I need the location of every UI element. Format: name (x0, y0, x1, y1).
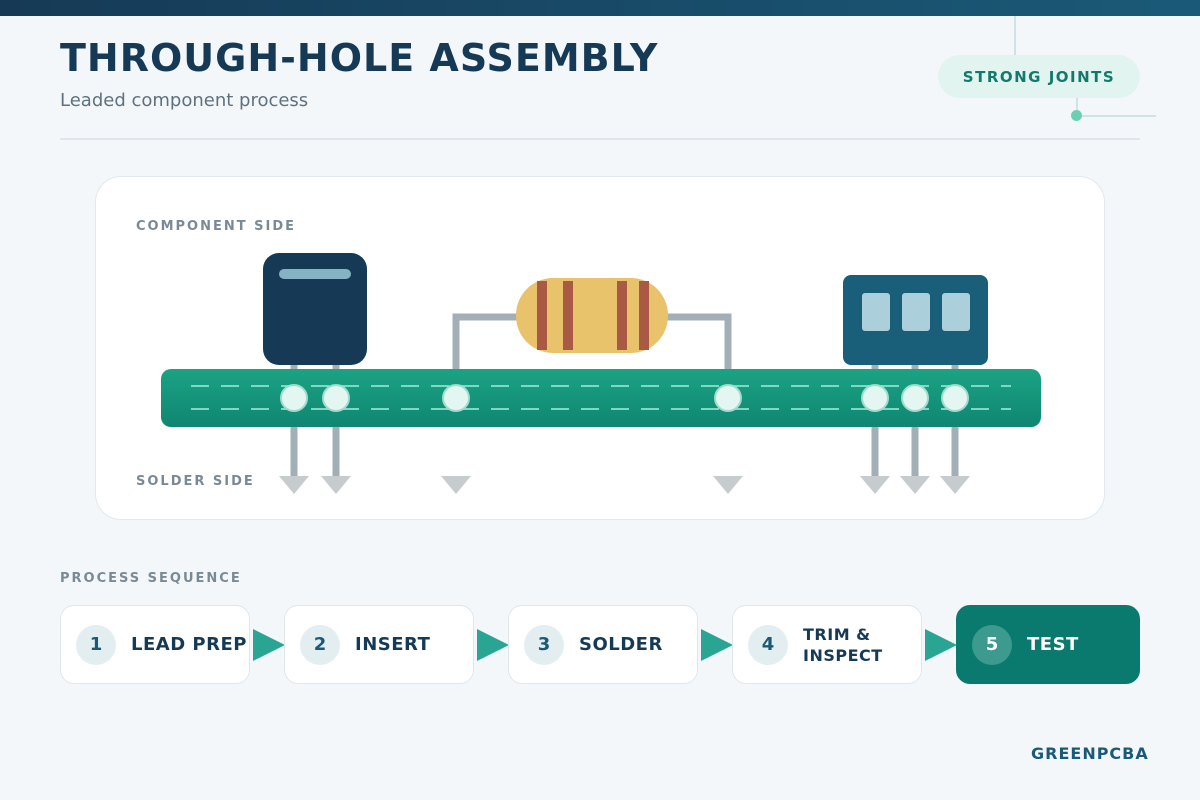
lead-arrow-1 (279, 476, 309, 494)
step-number: 5 (972, 624, 1012, 665)
step-number: 1 (76, 624, 116, 665)
resistor-band-1 (537, 281, 547, 350)
step-arrow-3 (701, 629, 733, 661)
step-label: TEST (1027, 634, 1079, 655)
assembly-diagram-card: COMPONENT SIDE SOLDER SIDE (95, 176, 1105, 520)
step-arrow-2 (477, 629, 509, 661)
lead-arrow-3 (441, 476, 471, 494)
decorative-trace-horizontal (1078, 115, 1156, 117)
pad-5 (861, 384, 889, 412)
decorative-trace-vertical (1014, 16, 1016, 56)
process-step-trim-inspect: 4 TRIM & INSPECT (732, 605, 922, 684)
page-title: THROUGH-HOLE ASSEMBLY (60, 36, 659, 80)
lead-arrow-2 (321, 476, 351, 494)
resistor-band-4 (639, 281, 649, 350)
resistor-band-3 (617, 281, 627, 350)
pad-2 (322, 384, 350, 412)
step-label: LEAD PREP (131, 634, 247, 655)
component-side-label: COMPONENT SIDE (136, 219, 297, 234)
solder-side-arrows (279, 476, 970, 494)
step-number: 2 (300, 624, 340, 665)
pad-7 (941, 384, 969, 412)
lead-arrow-7 (940, 476, 970, 494)
lead-arrow-6 (900, 476, 930, 494)
step-label: TRIM & INSPECT (803, 624, 883, 665)
decorative-trace-dot (1071, 110, 1082, 121)
step-label: INSERT (355, 634, 431, 655)
lead-arrow-5 (860, 476, 890, 494)
step-arrow-1 (253, 629, 285, 661)
process-step-test: 5 TEST (956, 605, 1140, 684)
top-accent-bar (0, 0, 1200, 16)
process-step-lead-prep: 1 LEAD PREP (60, 605, 250, 684)
step-label: SOLDER (579, 634, 663, 655)
pad-4 (714, 384, 742, 412)
step-arrow-4 (925, 629, 957, 661)
module-window-1 (862, 293, 890, 331)
pad-3 (442, 384, 470, 412)
header-divider (60, 138, 1140, 140)
process-sequence-label: PROCESS SEQUENCE (60, 571, 242, 586)
strong-joints-badge: STRONG JOINTS (938, 55, 1140, 98)
solder-side-label: SOLDER SIDE (136, 474, 255, 489)
page-subtitle: Leaded component process (60, 90, 309, 111)
lead-arrow-4 (713, 476, 743, 494)
process-step-solder: 3 SOLDER (508, 605, 698, 684)
step-number: 3 (524, 624, 564, 665)
process-step-insert: 2 INSERT (284, 605, 474, 684)
brand-logo-text: GREENPCBA (1031, 744, 1149, 763)
module-window-2 (902, 293, 930, 331)
ic-package-marking (279, 269, 351, 279)
module-window-3 (942, 293, 970, 331)
resistor-band-2 (563, 281, 573, 350)
step-number: 4 (748, 624, 788, 665)
pad-1 (280, 384, 308, 412)
pad-6 (901, 384, 929, 412)
